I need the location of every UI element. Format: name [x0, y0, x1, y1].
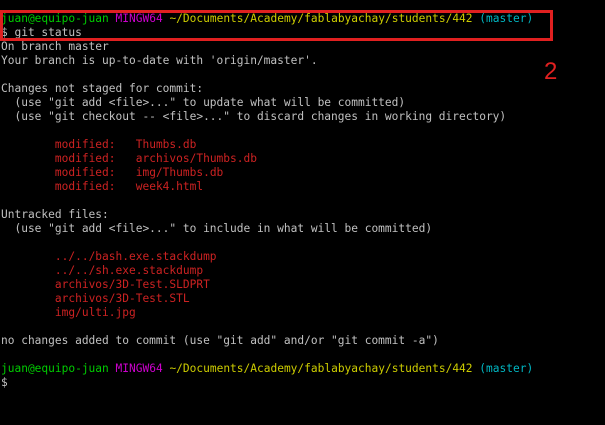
- file-name: Thumbs.db: [135, 138, 197, 151]
- modified-file-line: modified: week4.html: [1, 180, 203, 194]
- not-staged-header: Changes not staged for commit:: [1, 82, 204, 95]
- up-to-date-text: Your branch is up-to-date with 'origin/m…: [1, 54, 318, 67]
- file-name: week4.html: [135, 180, 204, 193]
- file-status: modified:: [54, 166, 116, 179]
- file-name: archivos/3D-Test.STL: [54, 292, 190, 305]
- file-status: modified:: [54, 138, 116, 151]
- file-name: ../../bash.exe.stackdump: [54, 250, 217, 263]
- untracked-file-line: ../../sh.exe.stackdump: [1, 264, 203, 278]
- file-name: img/Thumbs.db: [135, 166, 224, 179]
- file-name: archivos/3D-Test.SLDPRT: [54, 278, 210, 291]
- untracked-file-line: ../../bash.exe.stackdump: [1, 250, 217, 264]
- untracked-header: Untracked files:: [1, 208, 109, 221]
- file-name: archivos/Thumbs.db: [135, 152, 257, 165]
- prompt-path: ~/Documents/Academy/fablabyachay/student…: [169, 362, 473, 375]
- prompt-user-host: juan@equipo-juan: [1, 362, 109, 375]
- annotation-number: 2: [544, 58, 558, 85]
- not-staged-hint: (use "git checkout -- <file>..." to disc…: [1, 110, 507, 123]
- file-name: img/ulti.jpg: [54, 306, 136, 319]
- untracked-hint: (use "git add <file>..." to include in w…: [1, 222, 433, 235]
- modified-file-line: modified: archivos/Thumbs.db: [1, 152, 257, 166]
- modified-file-line: modified: img/Thumbs.db: [1, 166, 223, 180]
- on-branch-text: On branch master: [1, 40, 109, 53]
- prompt-line: juan@equipo-juan MINGW64 ~/Documents/Aca…: [1, 362, 533, 376]
- file-status: modified:: [54, 152, 116, 165]
- modified-file-line: modified: Thumbs.db: [1, 138, 196, 152]
- untracked-file-line: archivos/3D-Test.SLDPRT: [1, 278, 210, 292]
- final-prompt[interactable]: $: [1, 376, 8, 390]
- untracked-file-line: img/ulti.jpg: [1, 306, 136, 320]
- highlight-box: [0, 10, 553, 41]
- terminal-window[interactable]: juan@equipo-juan MINGW64 ~/Documents/Aca…: [0, 0, 605, 425]
- not-staged-hint: (use "git add <file>..." to update what …: [1, 96, 406, 109]
- file-status: modified:: [54, 180, 116, 193]
- untracked-file-line: archivos/3D-Test.STL: [1, 292, 190, 306]
- prompt-branch: (master): [479, 362, 534, 375]
- prompt-system: MINGW64: [115, 362, 163, 375]
- no-changes-text: no changes added to commit (use "git add…: [1, 334, 439, 347]
- file-name: ../../sh.exe.stackdump: [54, 264, 204, 277]
